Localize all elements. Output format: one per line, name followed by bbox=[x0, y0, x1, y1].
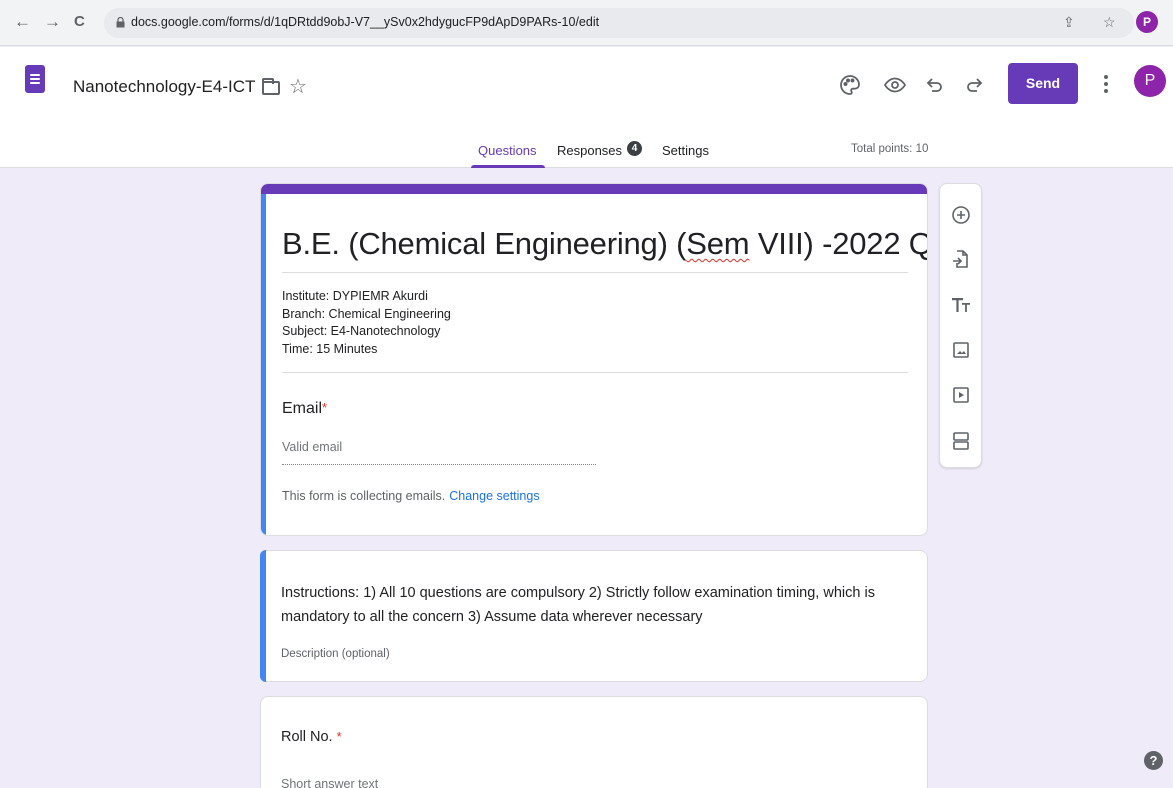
add-question-icon[interactable] bbox=[950, 204, 972, 226]
tab-questions[interactable]: Questions bbox=[478, 143, 537, 158]
account-avatar[interactable]: P bbox=[1134, 65, 1166, 97]
responses-count-badge: 4 bbox=[627, 141, 642, 156]
active-tab-indicator bbox=[471, 165, 545, 168]
bookmark-star-icon[interactable]: ☆ bbox=[1103, 14, 1116, 31]
add-image-icon[interactable] bbox=[950, 339, 972, 361]
question-toolbar bbox=[939, 183, 982, 468]
roll-no-label: Roll No. * bbox=[281, 729, 342, 745]
form-description[interactable]: Institute: DYPIEMR Akurdi Branch: Chemic… bbox=[282, 288, 451, 358]
tab-settings[interactable]: Settings bbox=[662, 143, 709, 158]
palette-icon[interactable] bbox=[838, 73, 862, 97]
add-title-icon[interactable] bbox=[950, 294, 972, 316]
roll-no-question-card[interactable]: Roll No. * Short answer text bbox=[260, 696, 928, 788]
section-indicator bbox=[260, 550, 266, 682]
preview-eye-icon[interactable] bbox=[883, 73, 907, 97]
help-icon[interactable]: ? bbox=[1144, 751, 1163, 770]
reload-icon[interactable]: C bbox=[74, 12, 85, 32]
theme-color-strip bbox=[261, 184, 927, 194]
add-video-icon[interactable] bbox=[950, 384, 972, 406]
more-vert-icon[interactable] bbox=[1099, 73, 1113, 95]
total-points: Total points: 10 bbox=[851, 143, 929, 155]
short-answer-placeholder: Short answer text bbox=[281, 777, 379, 788]
change-settings-link[interactable]: Change settings bbox=[449, 489, 539, 503]
form-title-card[interactable]: B.E. (Chemical Engineering) (Sem VIII) -… bbox=[260, 183, 928, 536]
folder-icon[interactable] bbox=[262, 78, 280, 95]
url-text: docs.google.com/forms/d/1qDRtdd9obJ-V7__… bbox=[131, 15, 600, 29]
tab-responses[interactable]: Responses bbox=[557, 143, 622, 158]
google-forms-logo-icon[interactable] bbox=[25, 65, 45, 93]
star-icon[interactable]: ☆ bbox=[289, 76, 307, 98]
share-icon[interactable]: ⇪ bbox=[1063, 14, 1075, 31]
required-asterisk: * bbox=[336, 729, 342, 744]
back-arrow-icon[interactable]: ← bbox=[14, 12, 31, 32]
forward-arrow-icon[interactable]: → bbox=[44, 12, 61, 32]
email-label: Email* bbox=[282, 400, 328, 417]
instructions-card[interactable]: Instructions: 1) All 10 questions are co… bbox=[260, 550, 928, 682]
description-line: Time: 15 Minutes bbox=[282, 341, 378, 356]
import-questions-icon[interactable] bbox=[950, 248, 972, 270]
collecting-emails-note: This form is collecting emails. Change se… bbox=[282, 489, 540, 503]
lock-icon bbox=[116, 17, 125, 28]
browser-toolbar: ← → C docs.google.com/forms/d/1qDRtdd9ob… bbox=[0, 0, 1173, 46]
browser-profile-avatar[interactable]: P bbox=[1136, 11, 1158, 33]
document-title[interactable]: Nanotechnology-E4-ICT bbox=[73, 77, 255, 97]
form-title[interactable]: B.E. (Chemical Engineering) (Sem VIII) -… bbox=[282, 226, 927, 262]
description-line: Institute: DYPIEMR Akurdi bbox=[282, 289, 428, 303]
send-button[interactable]: Send bbox=[1008, 63, 1078, 104]
redo-icon[interactable] bbox=[962, 73, 986, 97]
forms-header: Nanotechnology-E4-ICT ☆ Send P Questions… bbox=[0, 47, 1173, 168]
description-line: Branch: Chemical Engineering bbox=[282, 306, 451, 321]
address-bar[interactable]: docs.google.com/forms/d/1qDRtdd9obJ-V7__… bbox=[104, 8, 1134, 38]
description-divider bbox=[282, 372, 908, 373]
description-line: Subject: E4-Nanotechnology bbox=[282, 324, 441, 338]
instructions-text[interactable]: Instructions: 1) All 10 questions are co… bbox=[281, 581, 906, 629]
email-field-underline bbox=[282, 464, 596, 465]
required-asterisk: * bbox=[322, 400, 328, 415]
description-placeholder[interactable]: Description (optional) bbox=[281, 648, 390, 660]
focus-indicator bbox=[261, 194, 266, 535]
email-field[interactable]: Valid email bbox=[282, 440, 342, 454]
undo-icon[interactable] bbox=[923, 73, 947, 97]
add-section-icon[interactable] bbox=[950, 430, 972, 452]
title-divider bbox=[282, 272, 908, 273]
